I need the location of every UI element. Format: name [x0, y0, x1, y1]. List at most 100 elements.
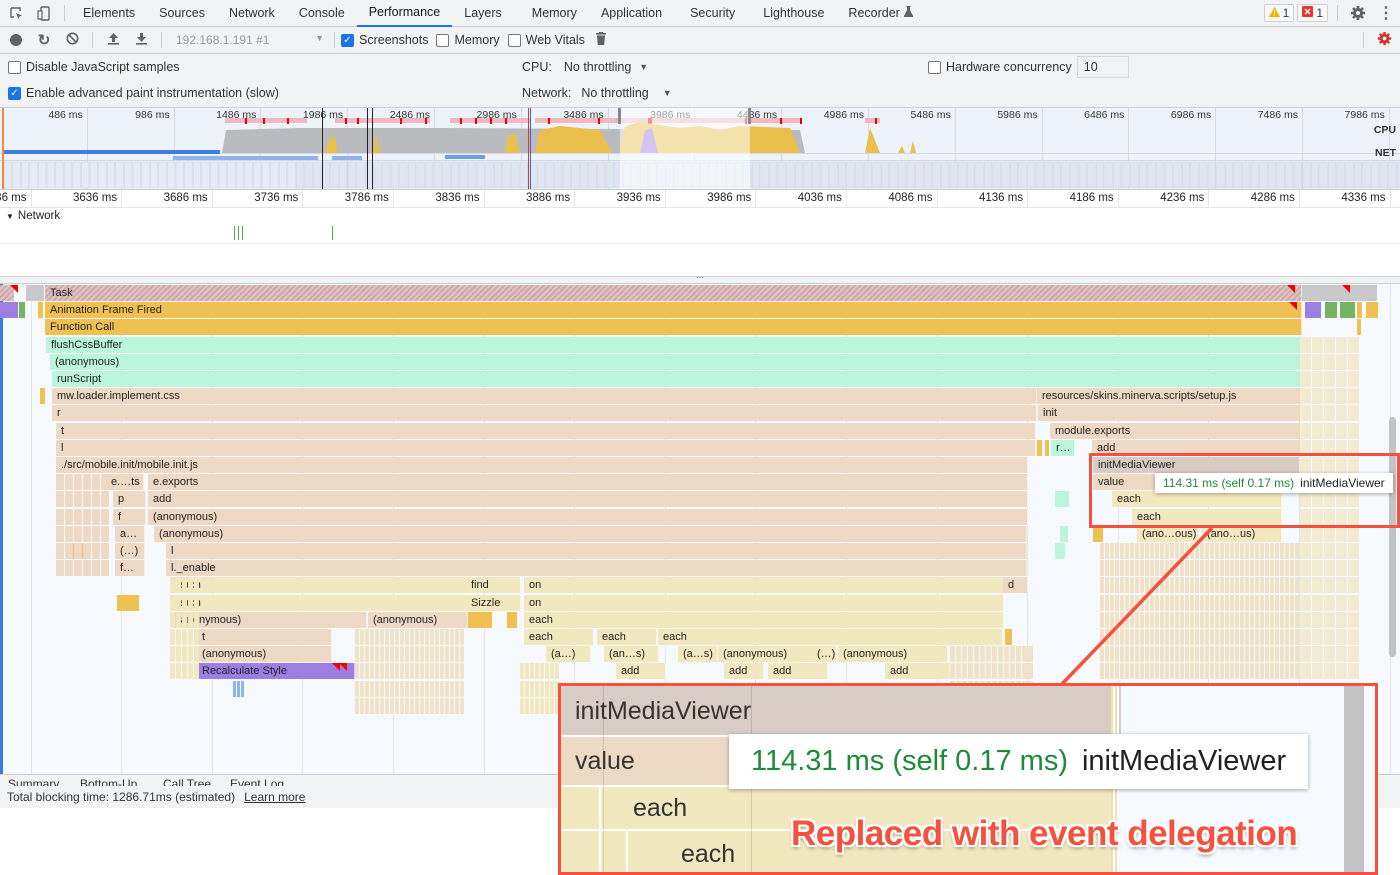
- screenshot-thumbnail[interactable]: [192, 161, 202, 189]
- screenshot-thumbnail[interactable]: [863, 161, 872, 189]
- screenshot-thumbnail[interactable]: [98, 161, 107, 189]
- screenshot-thumbnail[interactable]: [1130, 161, 1139, 189]
- flame-event[interactable]: r…: [1051, 439, 1075, 456]
- errors-badge[interactable]: 1: [1297, 4, 1328, 22]
- screenshot-thumbnail[interactable]: [837, 161, 847, 189]
- screenshot-thumbnail[interactable]: [450, 161, 460, 189]
- flame-event[interactable]: (…): [115, 543, 145, 559]
- screenshot-thumbnail[interactable]: [158, 161, 167, 189]
- flame-event[interactable]: (an…s): [604, 646, 659, 663]
- flame-event[interactable]: l: [56, 439, 1036, 456]
- screenshot-thumbnail[interactable]: [898, 161, 907, 189]
- flame-event-sliver[interactable]: [1305, 302, 1321, 319]
- flame-event[interactable]: (anonymous): [148, 508, 1028, 525]
- screenshot-thumbnail[interactable]: [1242, 161, 1251, 189]
- flame-event[interactable]: (anonymous): [718, 646, 813, 663]
- screenshot-thumbnail[interactable]: [528, 161, 537, 189]
- screenshot-thumbnail[interactable]: [769, 161, 778, 189]
- settings-gear-icon[interactable]: [1344, 0, 1372, 27]
- screenshot-thumbnail[interactable]: [493, 161, 503, 189]
- screenshot-thumbnail[interactable]: [278, 161, 288, 189]
- screenshot-thumbnail[interactable]: [1302, 161, 1311, 189]
- flame-event[interactable]: each: [524, 611, 1004, 628]
- screenshot-thumbnail[interactable]: [330, 161, 339, 189]
- screenshot-thumbnail[interactable]: [1259, 161, 1268, 189]
- flame-event[interactable]: each: [172, 594, 467, 611]
- flame-event[interactable]: (ano…ous): [1137, 525, 1199, 542]
- screenshot-thumbnail[interactable]: [55, 161, 64, 189]
- screenshot-thumbnail[interactable]: [855, 161, 864, 189]
- flame-event[interactable]: (ano…us): [1202, 525, 1282, 542]
- screenshot-thumbnail[interactable]: [932, 161, 941, 189]
- screenshot-thumbnail[interactable]: [605, 161, 614, 189]
- advanced-paint-checkbox[interactable]: ✓ Enable advanced paint instrumentation …: [8, 86, 279, 100]
- network-request-bar[interactable]: [332, 226, 333, 240]
- screenshot-thumbnail[interactable]: [1113, 161, 1122, 189]
- track-resizer[interactable]: ···: [0, 274, 1400, 284]
- screenshot-thumbnail[interactable]: [1319, 161, 1328, 189]
- tab-event-log[interactable]: Event Log: [230, 777, 284, 786]
- screenshot-thumbnail[interactable]: [1216, 161, 1225, 189]
- network-track-toggle[interactable]: ▼ Network: [6, 210, 60, 222]
- screenshot-thumbnail[interactable]: [313, 161, 322, 189]
- screenshot-thumbnail[interactable]: [536, 161, 546, 189]
- tab-lighthouse[interactable]: Lighthouse: [751, 0, 836, 27]
- record-button[interactable]: [2, 27, 30, 54]
- screenshot-thumbnail[interactable]: [72, 161, 81, 189]
- device-toolbar-icon[interactable]: [30, 0, 58, 27]
- screenshot-thumbnail[interactable]: [1138, 161, 1148, 189]
- network-throttling-select[interactable]: No throttling ▼: [581, 86, 671, 100]
- screenshot-thumbnail[interactable]: [1379, 161, 1388, 189]
- flame-event[interactable]: Sizzle: [466, 594, 521, 611]
- screenshot-thumbnail[interactable]: [141, 161, 150, 189]
- flame-event-sliver[interactable]: [1340, 302, 1355, 319]
- flame-event[interactable]: Task: [45, 285, 1302, 301]
- screenshot-thumbnail[interactable]: [1310, 161, 1320, 189]
- flame-event[interactable]: init: [1038, 405, 1302, 422]
- flame-event[interactable]: flushCssBuffer: [46, 336, 1302, 353]
- screenshot-thumbnail[interactable]: [115, 161, 124, 189]
- tab-elements[interactable]: Elements: [71, 0, 147, 27]
- screenshot-thumbnail[interactable]: [201, 161, 210, 189]
- flame-event[interactable]: on: [524, 594, 1004, 611]
- screenshot-thumbnail[interactable]: [3, 161, 12, 189]
- screenshot-thumbnail[interactable]: [786, 161, 795, 189]
- flame-event[interactable]: d: [1003, 577, 1028, 594]
- tab-console[interactable]: Console: [287, 0, 357, 27]
- screenshot-thumbnail[interactable]: [1371, 161, 1380, 189]
- learn-more-link[interactable]: Learn more: [244, 790, 305, 804]
- screenshot-thumbnail[interactable]: [846, 161, 855, 189]
- screenshot-thumbnail[interactable]: [1276, 161, 1285, 189]
- reload-record-button[interactable]: ↻: [30, 27, 58, 54]
- screenshot-thumbnail[interactable]: [545, 161, 554, 189]
- inspect-element-icon[interactable]: [2, 0, 30, 27]
- memory-checkbox[interactable]: Memory: [436, 33, 500, 47]
- flame-event[interactable]: runScript: [52, 371, 1302, 387]
- load-profile-button[interactable]: [99, 27, 127, 54]
- screenshot-thumbnail[interactable]: [476, 161, 485, 189]
- screenshot-thumbnail[interactable]: [777, 161, 786, 189]
- screenshot-thumbnail[interactable]: [485, 161, 494, 189]
- screenshot-thumbnail[interactable]: [339, 161, 348, 189]
- flame-event-sliver[interactable]: [1302, 285, 1377, 301]
- screenshot-thumbnail[interactable]: [442, 161, 451, 189]
- screenshot-thumbnail[interactable]: [1267, 161, 1277, 189]
- screenshot-thumbnail[interactable]: [407, 161, 417, 189]
- flame-event-sliver[interactable]: [117, 594, 139, 611]
- flame-event[interactable]: module.exports: [1050, 422, 1302, 439]
- flame-event[interactable]: Animation Frame Fired: [45, 302, 1302, 319]
- screenshot-thumbnail[interactable]: [1121, 161, 1130, 189]
- screenshot-thumbnail[interactable]: [1070, 161, 1079, 189]
- screenshot-thumbnail[interactable]: [347, 161, 356, 189]
- screenshot-thumbnail[interactable]: [12, 161, 21, 189]
- save-profile-button[interactable]: [127, 27, 155, 54]
- screenshot-thumbnail[interactable]: [1336, 161, 1345, 189]
- screenshot-thumbnail[interactable]: [803, 161, 812, 189]
- screenshot-thumbnail[interactable]: [210, 161, 219, 189]
- screenshot-thumbnail[interactable]: [889, 161, 898, 189]
- screenshot-thumbnail[interactable]: [880, 161, 890, 189]
- tab-bottom-up[interactable]: Bottom-Up: [80, 777, 137, 786]
- screenshot-thumbnail[interactable]: [1190, 161, 1199, 189]
- screenshot-thumbnail[interactable]: [89, 161, 98, 189]
- screenshot-thumbnail[interactable]: [167, 161, 176, 189]
